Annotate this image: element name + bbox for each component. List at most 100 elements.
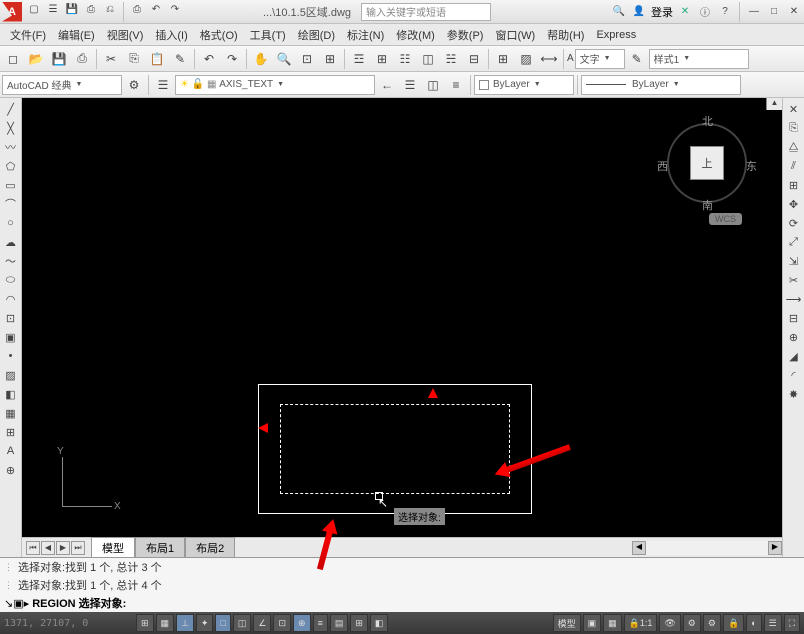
nav-btn[interactable]: ▦	[603, 614, 622, 632]
lwt-btn[interactable]: ≡	[313, 614, 328, 632]
polar-btn[interactable]: ✦	[196, 614, 214, 632]
qp-btn[interactable]: ⊞	[350, 614, 368, 632]
style-btn[interactable]: ✎	[626, 48, 648, 70]
point-icon[interactable]: •	[2, 347, 20, 365]
save-icon[interactable]: 💾	[64, 2, 80, 18]
ducs-btn[interactable]: ⊡	[273, 614, 291, 632]
plot-btn[interactable]: ⎙	[71, 48, 93, 70]
menu-edit[interactable]: 编辑(E)	[52, 25, 101, 45]
menu-modify[interactable]: 修改(M)	[390, 25, 441, 45]
spline-icon[interactable]: ～	[2, 252, 20, 270]
layout-quick-btn[interactable]: ▣	[583, 614, 602, 632]
ssm-btn[interactable]: ◫	[417, 48, 439, 70]
chamfer-icon[interactable]: ◢	[785, 347, 803, 365]
ellipsearc-icon[interactable]: ◠	[2, 290, 20, 308]
save-btn[interactable]: 💾	[48, 48, 70, 70]
hardware-btn[interactable]: ◐	[746, 614, 761, 632]
workspace-dropdown[interactable]: AutoCAD 经典	[2, 75, 122, 95]
move-icon[interactable]: ✥	[785, 195, 803, 213]
xline-icon[interactable]: ╳	[2, 119, 20, 137]
menu-view[interactable]: 视图(V)	[101, 25, 150, 45]
layer-iso-btn[interactable]: ◫	[422, 74, 444, 96]
menu-express[interactable]: Express	[590, 27, 642, 43]
anno-vis-btn[interactable]: 👁	[659, 614, 680, 632]
explode-icon[interactable]: ✸	[785, 385, 803, 403]
menu-param[interactable]: 参数(P)	[441, 25, 490, 45]
snap-btn[interactable]: ⊞	[136, 614, 154, 632]
dc-btn[interactable]: ⊞	[371, 48, 393, 70]
erase-icon[interactable]: ✕	[785, 100, 803, 118]
osnap-btn[interactable]: □	[215, 614, 230, 632]
tab-prev-icon[interactable]: ◀	[41, 541, 55, 555]
ws-switch-btn[interactable]: ⚙	[703, 614, 721, 632]
wcs-badge[interactable]: WCS	[709, 213, 742, 225]
login-label[interactable]: 登录	[651, 4, 673, 20]
grid-btn[interactable]: ▦	[156, 614, 175, 632]
menu-tools[interactable]: 工具(T)	[244, 25, 292, 45]
hscroll[interactable]: ◀ ▶	[632, 541, 782, 555]
new-icon[interactable]: ▢	[26, 2, 42, 18]
tab-layout1[interactable]: 布局1	[135, 537, 185, 559]
status-coords[interactable]: 1371, 27107, 0	[4, 618, 134, 629]
cut-btn[interactable]: ✂	[100, 48, 122, 70]
viewcube[interactable]: 上 北 南 东 西	[662, 118, 752, 208]
trim-icon[interactable]: ✂	[785, 271, 803, 289]
otrack-btn[interactable]: ∠	[253, 614, 271, 632]
mirror-icon[interactable]: ⧋	[785, 138, 803, 156]
tbl-btn[interactable]: ⊞	[492, 48, 514, 70]
exchange-icon[interactable]: ✕	[677, 4, 693, 20]
revcloud-icon[interactable]: ☁	[2, 233, 20, 251]
markup-btn[interactable]: ☵	[440, 48, 462, 70]
fillet-icon[interactable]: ◜	[785, 366, 803, 384]
hscroll-left-icon[interactable]: ◀	[632, 541, 646, 555]
gradient-icon[interactable]: ◧	[2, 385, 20, 403]
zoom-btn[interactable]: 🔍	[273, 48, 295, 70]
drawing-canvas[interactable]: ▲ 上 北 南 东 西 WCS ↖ 选择对象:	[22, 98, 782, 537]
paste-btn[interactable]: 📋	[146, 48, 168, 70]
calc-btn[interactable]: ⊟	[463, 48, 485, 70]
zoomext-btn[interactable]: ⊞	[319, 48, 341, 70]
block-icon[interactable]: ▣	[2, 328, 20, 346]
search-glass-icon[interactable]: 🔍	[611, 4, 627, 20]
arc-icon[interactable]: ⌒	[2, 195, 20, 213]
ellipse-icon[interactable]: ⬭	[2, 271, 20, 289]
help-icon[interactable]: ?	[717, 4, 733, 20]
copy-m-icon[interactable]: ⎘	[785, 119, 803, 137]
anno-scale-btn[interactable]: 🔒1:1	[624, 614, 658, 632]
extra-icon[interactable]: ⊕	[2, 461, 20, 479]
undo2-btn[interactable]: ↶	[198, 48, 220, 70]
extend-icon[interactable]: ⟶	[785, 290, 803, 308]
user-icon[interactable]: 👤	[631, 4, 647, 20]
close-icon[interactable]: ✕	[786, 4, 802, 20]
print-icon[interactable]: ⎙	[129, 2, 145, 18]
pan-btn[interactable]: ✋	[250, 48, 272, 70]
isolate-btn[interactable]: ☰	[764, 614, 782, 632]
hscroll-track[interactable]	[646, 541, 768, 555]
tp-btn[interactable]: ☷	[394, 48, 416, 70]
zoomwin-btn[interactable]: ⊡	[296, 48, 318, 70]
model-space-btn[interactable]: 模型	[553, 614, 581, 632]
menu-insert[interactable]: 插入(I)	[149, 25, 193, 45]
rotate-icon[interactable]: ⟳	[785, 214, 803, 232]
copy-btn[interactable]: ⎘	[123, 48, 145, 70]
dim-style-dropdown[interactable]: 样式1	[649, 49, 749, 69]
layer-props-btn[interactable]: ☰	[152, 74, 174, 96]
layer-match-btn[interactable]: ≡	[445, 74, 467, 96]
stretch-icon[interactable]: ⇲	[785, 252, 803, 270]
cleanscreen-btn[interactable]: ⛶	[784, 614, 800, 632]
open-btn[interactable]: 📂	[25, 48, 47, 70]
tpy-btn[interactable]: ▤	[330, 614, 349, 632]
command-input[interactable]: ↘ ▣▸ REGION 选择对象:	[0, 594, 804, 612]
ortho-btn[interactable]: ⊥	[176, 614, 194, 632]
menu-format[interactable]: 格式(O)	[194, 25, 244, 45]
hatch-btn[interactable]: ▨	[515, 48, 537, 70]
layer-prev-btn[interactable]: ←	[376, 74, 398, 96]
help-search-input[interactable]: 输入关键字或短语	[361, 3, 491, 21]
undo-icon[interactable]: ↶	[148, 2, 164, 18]
table-icon[interactable]: ⊞	[2, 423, 20, 441]
tab-model[interactable]: 模型	[91, 537, 135, 559]
linetype-dropdown[interactable]: ByLayer	[581, 75, 741, 95]
redo-icon[interactable]: ↷	[167, 2, 183, 18]
polygon-icon[interactable]: ⬠	[2, 157, 20, 175]
menu-dim[interactable]: 标注(N)	[341, 25, 390, 45]
